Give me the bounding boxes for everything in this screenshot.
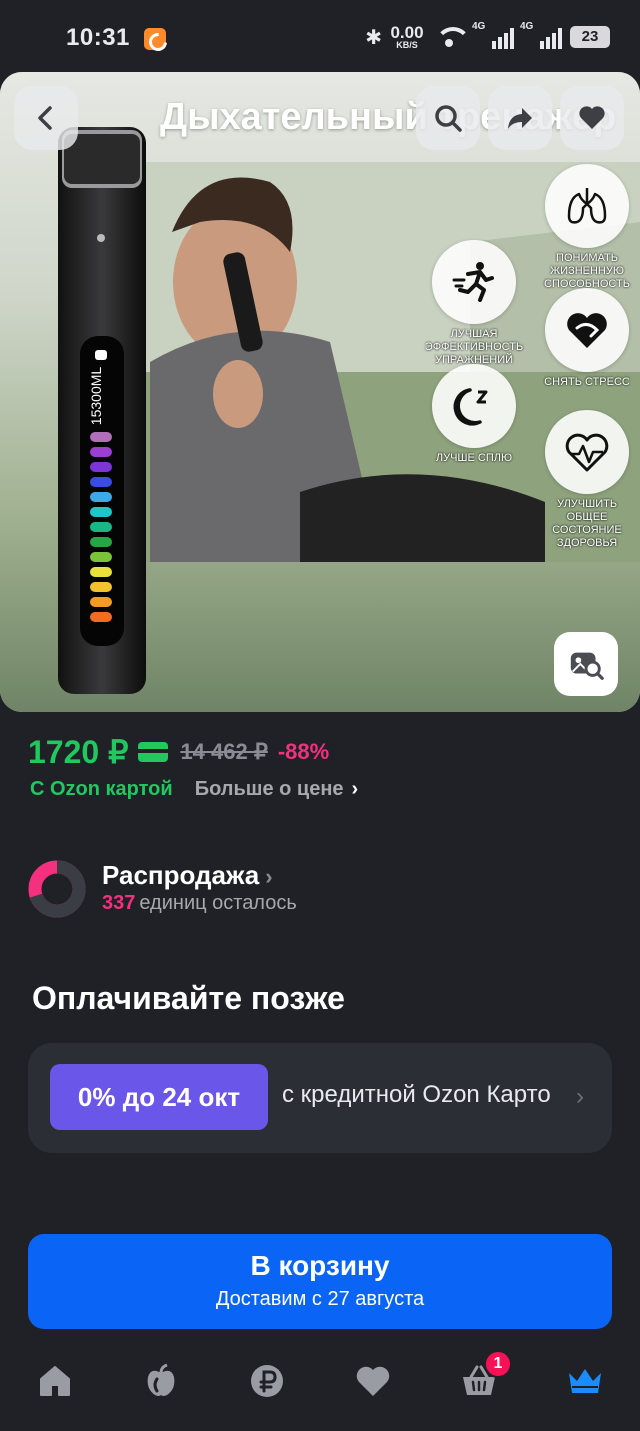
price-row: 1720 ₽ 14 462 ₽ -88%: [28, 730, 329, 774]
status-time: 10:31: [66, 24, 130, 51]
favorite-button[interactable]: [560, 86, 624, 150]
old-price: 14 462 ₽: [180, 739, 268, 764]
discount-badge: -88%: [277, 739, 330, 764]
heart-stress-icon: [567, 313, 607, 348]
crown-icon: [569, 1369, 601, 1393]
pay-later-heading: Оплачивайте позже: [32, 980, 345, 1016]
feature-caption: Лучше сплю: [435, 452, 513, 464]
feature-caption: Лучшая эффективность упражнений: [424, 328, 524, 366]
net-speed: 0.00 KB/S: [390, 23, 424, 50]
search-button[interactable]: [416, 86, 480, 150]
device-volume-label: 15300ML: [88, 367, 104, 426]
feature-lungs: Понимать жизненную способность: [537, 164, 637, 291]
heart-icon: [356, 1366, 390, 1396]
status-icons: ✱ 0.00 KB/S 4G 4G 23: [365, 21, 610, 52]
signal-icon-2: 4G: [520, 21, 562, 49]
bottom-tab-bar: 1: [0, 1342, 640, 1431]
signal-icon: 4G: [472, 21, 514, 49]
tab-profile[interactable]: [558, 1354, 612, 1408]
product-gallery[interactable]: 15300ML Дыхательный тренажер ЛУЧШАЯ ЭФФЕ…: [0, 72, 640, 712]
chevron-right-icon: ›: [265, 864, 273, 889]
wifi-icon: [432, 24, 471, 50]
back-button[interactable]: [14, 86, 78, 150]
chevron-right-icon: ›: [576, 1083, 584, 1110]
cart-count-badge: 1: [484, 1350, 512, 1378]
feature-stress: Снять стресс: [537, 288, 637, 389]
ruble-coin-icon: [251, 1365, 283, 1397]
feature-exercise: Лучшая эффективность упражнений: [424, 240, 524, 367]
tab-fresh[interactable]: [134, 1354, 188, 1408]
credit-offer-card[interactable]: 0% до 24 окт с кредитной Ozon Карто ›: [28, 1043, 612, 1153]
sale-title[interactable]: Распродажа ›: [102, 860, 273, 891]
battery-indicator: 23: [570, 26, 610, 48]
sale-progress-ring: [28, 860, 86, 918]
search-icon: [435, 105, 462, 132]
chevron-right-icon: ›: [351, 778, 359, 800]
more-about-price-link[interactable]: Больше о цене ›: [195, 778, 359, 801]
sale-block[interactable]: Распродажа › 337 единиц осталось: [28, 858, 588, 922]
heart-icon: [579, 106, 605, 129]
add-to-cart-button[interactable]: В корзину Доставим с 27 августа: [28, 1234, 612, 1329]
share-button[interactable]: [488, 86, 552, 150]
with-card-label: С Ozon картой: [30, 778, 173, 800]
feature-health: Улучшить общее состояние здоровья: [537, 410, 637, 550]
image-search-icon: [570, 652, 604, 680]
chevron-left-icon: [38, 106, 52, 130]
lungs-icon: [567, 188, 607, 224]
moon-icon: [453, 388, 488, 426]
status-bar: 10:31 ✱ 0.00 KB/S 4G 4G 23: [0, 0, 640, 72]
credit-badge: 0% до 24 окт: [50, 1064, 268, 1130]
home-icon: [40, 1366, 70, 1396]
bluetooth-icon: ✱: [365, 26, 382, 49]
image-search-button[interactable]: [554, 632, 618, 696]
apple-icon: [147, 1363, 175, 1396]
tab-finance[interactable]: [240, 1354, 294, 1408]
running-man-icon: [452, 262, 494, 302]
tab-home[interactable]: [28, 1354, 82, 1408]
feature-caption: Понимать жизненную способность: [544, 252, 630, 290]
ozon-card-icon: [138, 742, 169, 762]
feature-caption: Улучшить общее состояние здоровья: [552, 498, 622, 549]
delivery-date: Доставим с 27 августа: [215, 1288, 425, 1310]
tab-favorites[interactable]: [346, 1354, 400, 1408]
credit-text: с кредитной Ozon Карто: [282, 1081, 551, 1108]
notification-app-icon: [144, 28, 166, 50]
add-to-cart-label: В корзину: [250, 1250, 390, 1281]
price-subtitle: С Ozon картой Больше о цене ›: [30, 778, 358, 801]
current-price: 1720 ₽: [28, 734, 129, 770]
sale-remaining: 337 единиц осталось: [102, 892, 297, 914]
feature-caption: Снять стресс: [544, 376, 630, 388]
share-icon: [508, 108, 532, 129]
heart-pulse-icon: [565, 433, 609, 472]
feature-sleep: Лучше сплю: [424, 364, 524, 465]
tab-cart[interactable]: 1: [452, 1350, 512, 1408]
